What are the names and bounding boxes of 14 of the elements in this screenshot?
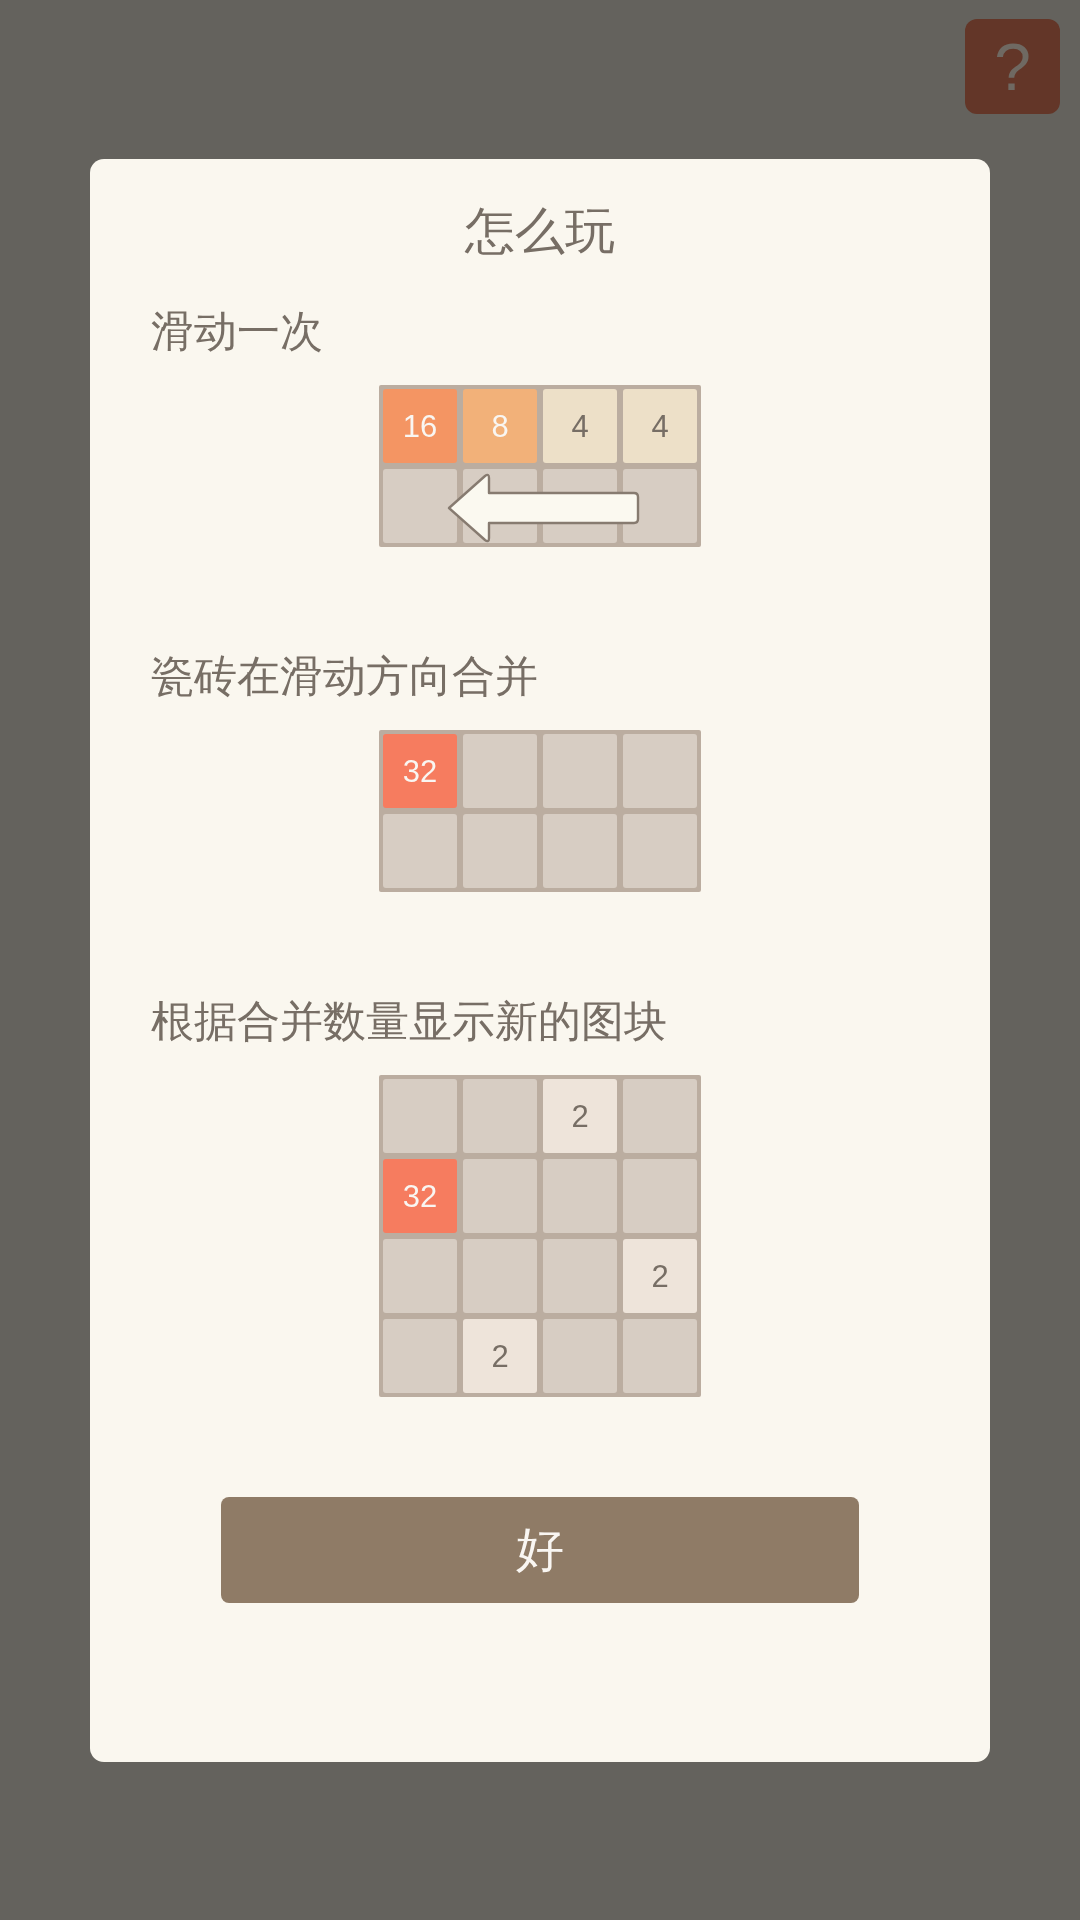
- section-caption: 滑动一次: [151, 306, 324, 357]
- number-tile: 4: [543, 389, 617, 463]
- number-tile: 32: [383, 1159, 457, 1233]
- number-tile: 16: [383, 389, 457, 463]
- number-tile: 2: [623, 1239, 697, 1313]
- number-tile: 2: [463, 1319, 537, 1393]
- dialog-title: 怎么玩: [464, 202, 616, 261]
- section-caption: 瓷砖在滑动方向合并: [151, 651, 539, 702]
- number-tile: 8: [463, 389, 537, 463]
- section-caption: 根据合并数量显示新的图块: [151, 996, 668, 1047]
- number-tile: 4: [623, 389, 697, 463]
- number-tile: 32: [383, 734, 457, 808]
- number-tile: 2: [543, 1079, 617, 1153]
- ok-button[interactable]: 好: [221, 1497, 859, 1603]
